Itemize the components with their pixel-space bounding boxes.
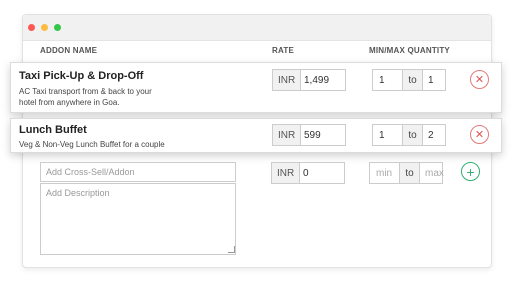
max-quantity-input[interactable]: 2 (423, 125, 446, 145)
addon-row: Taxi Pick-Up & Drop-Off AC Taxi transpor… (10, 62, 502, 113)
min-quantity-input[interactable]: 1 (373, 70, 402, 90)
quantity-range: min to max (369, 162, 444, 184)
remove-addon-button[interactable]: ✕ (470, 70, 489, 89)
window-maximize-dot[interactable] (54, 24, 61, 31)
rate-input[interactable]: INR 1,499 (272, 69, 346, 91)
addon-title: Taxi Pick-Up & Drop-Off (19, 70, 144, 82)
addon-description-line: AC Taxi transport from & back to your (19, 87, 152, 96)
max-quantity-input[interactable]: 1 (423, 70, 446, 90)
add-addon-button[interactable]: + (461, 162, 480, 181)
max-quantity-input[interactable]: max (420, 163, 444, 183)
quantity-range: 1 to 1 (372, 69, 446, 91)
addon-title: Lunch Buffet (19, 124, 87, 136)
rate-input[interactable]: INR 0 (271, 162, 345, 184)
window-minimize-dot[interactable] (41, 24, 48, 31)
column-header-quantity: MIN/MAX QUANTITY (369, 46, 450, 55)
resize-handle-icon[interactable] (228, 246, 235, 253)
addon-description-input[interactable] (40, 183, 236, 255)
quantity-range: 1 to 2 (372, 124, 446, 146)
window-titlebar (23, 15, 491, 41)
min-quantity-input[interactable]: 1 (373, 125, 402, 145)
quantity-to-label: to (399, 163, 420, 183)
close-circle-icon: ✕ (474, 129, 485, 141)
currency-label: INR (273, 70, 302, 90)
quantity-to-label: to (402, 70, 423, 90)
window-close-dot[interactable] (28, 24, 35, 31)
column-header-rate: RATE (272, 46, 294, 55)
addon-description-line: Veg & Non-Veg Lunch Buffet for a couple (19, 140, 165, 149)
addon-description-line: hotel from anywhere in Goa. (19, 98, 120, 107)
rate-value: 1,499 (304, 74, 330, 86)
rate-input[interactable]: INR 599 (272, 124, 346, 146)
plus-circle-icon: + (466, 163, 475, 180)
min-quantity-input[interactable]: min (370, 163, 399, 183)
remove-addon-button[interactable]: ✕ (470, 125, 489, 144)
rate-value: 599 (304, 129, 321, 141)
column-header-addon-name: ADDON NAME (40, 46, 98, 55)
currency-label: INR (273, 125, 302, 145)
close-circle-icon: ✕ (474, 74, 485, 86)
addon-row: Lunch Buffet Veg & Non-Veg Lunch Buffet … (10, 118, 502, 153)
currency-label: INR (272, 163, 301, 183)
addon-name-input[interactable] (40, 162, 236, 182)
rate-value: 0 (303, 167, 309, 179)
quantity-to-label: to (402, 125, 423, 145)
